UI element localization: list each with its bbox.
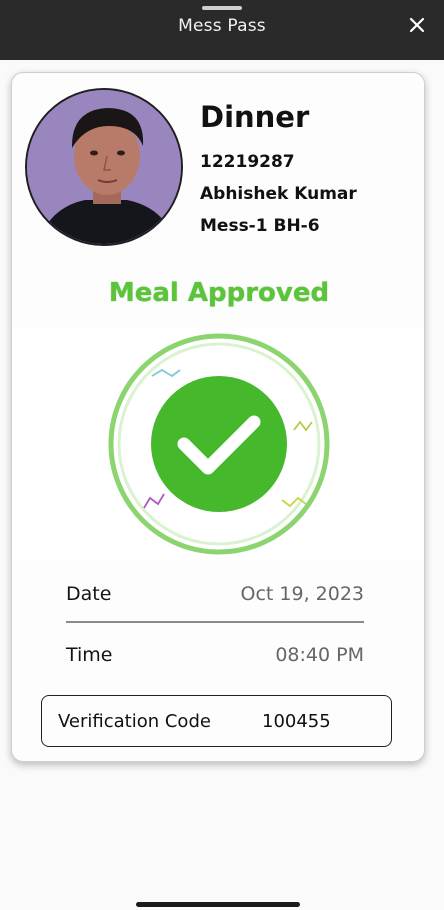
confetti-decoration [293, 420, 313, 432]
close-button[interactable] [404, 12, 430, 38]
date-label: Date [66, 583, 112, 605]
page-title: Mess Pass [178, 16, 266, 36]
student-name: Abhishek Kumar [200, 184, 357, 204]
mess-pass-card: Dinner 12219287 Abhishek Kumar Mess-1 BH… [11, 72, 425, 762]
avatar [25, 88, 183, 246]
divider [66, 621, 364, 623]
student-id: 12219287 [200, 152, 295, 172]
approval-badge [12, 328, 424, 560]
close-icon [409, 17, 425, 33]
confetti-decoration [151, 368, 181, 378]
date-row: Date Oct 19, 2023 [66, 574, 364, 614]
meal-status: Meal Approved [108, 278, 330, 308]
app-header: Mess Pass [0, 0, 444, 60]
date-value: Oct 19, 2023 [240, 583, 365, 605]
verification-code-box: Verification Code 100455 [41, 695, 392, 747]
verification-code-label: Verification Code [58, 710, 211, 732]
home-indicator[interactable] [136, 902, 300, 907]
confetti-decoration [143, 493, 165, 509]
verification-code-value: 100455 [262, 710, 331, 732]
time-value: 08:40 PM [275, 644, 364, 666]
mess-name: Mess-1 BH-6 [200, 216, 320, 236]
time-label: Time [66, 644, 113, 666]
check-circle-icon [108, 333, 330, 555]
time-row: Time 08:40 PM [66, 635, 364, 675]
drag-handle[interactable] [202, 6, 242, 10]
meal-title: Dinner [200, 100, 310, 134]
